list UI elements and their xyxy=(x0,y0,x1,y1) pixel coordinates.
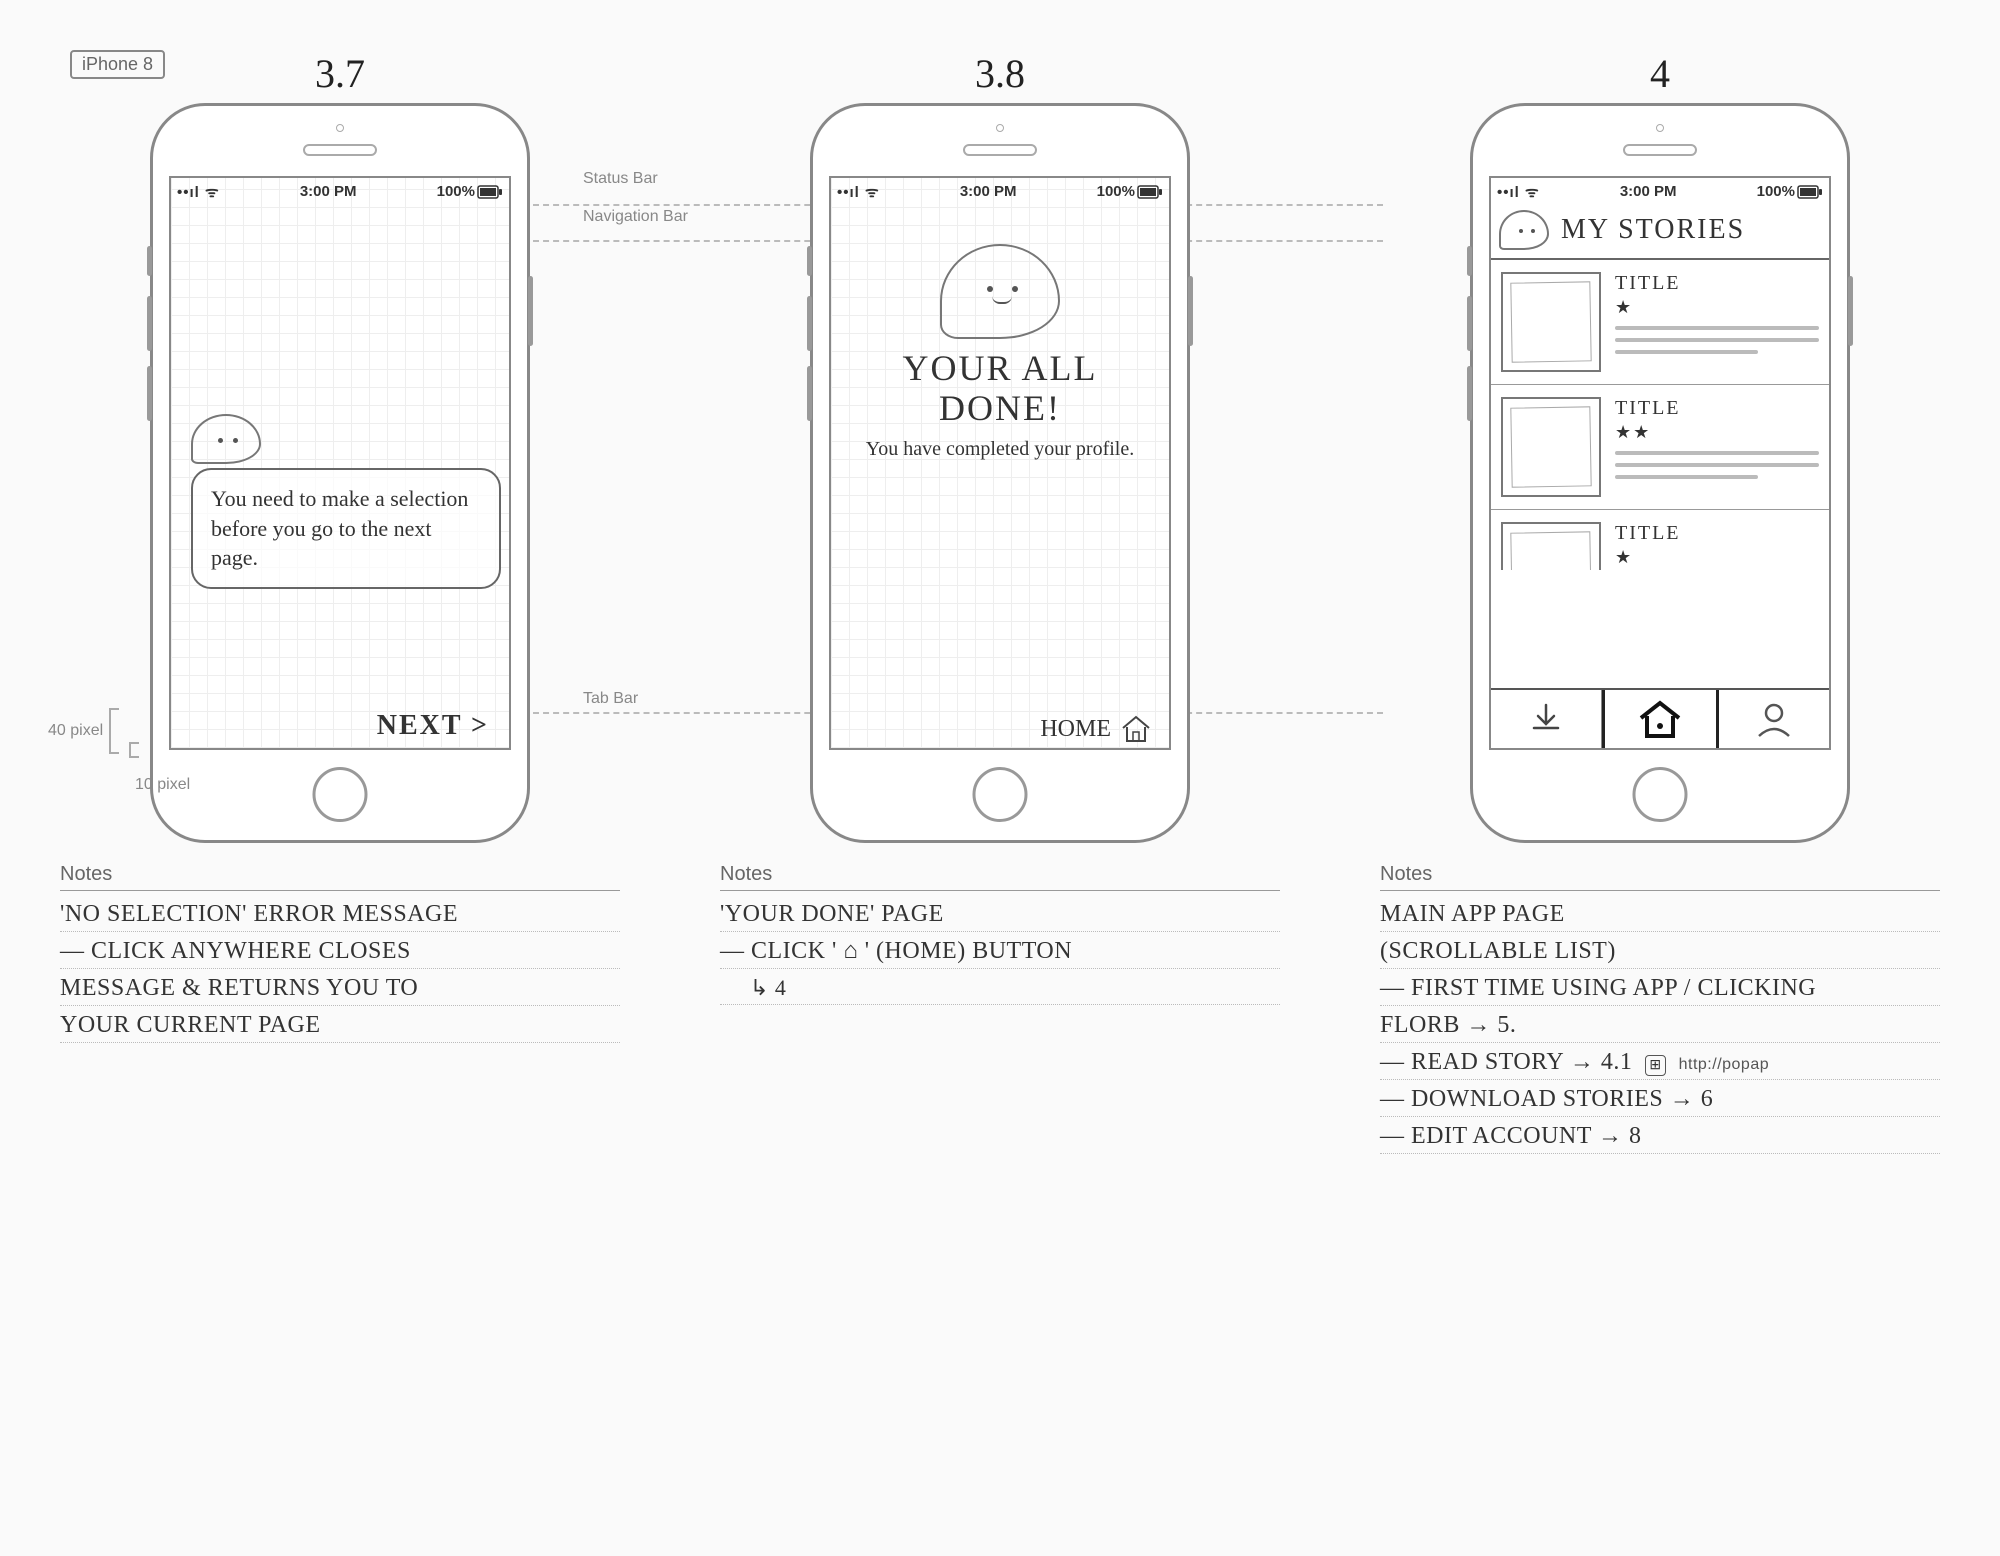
home-nav-button[interactable]: HOME xyxy=(1040,714,1153,744)
story-list-item[interactable]: TITLE ★ xyxy=(1491,260,1829,385)
note-line: — CLICK ' ⌂ ' (HOME) BUTTON xyxy=(720,932,1280,969)
note-line: — READ STORY → 4.1 ⊞ http://popap xyxy=(1380,1043,1940,1080)
profile-icon xyxy=(1754,700,1794,738)
screen-38: ••ıl ᯤ 3:00 PM 100% YOUR ALL DONE! You h… xyxy=(829,176,1171,750)
story-thumbnail xyxy=(1501,522,1601,570)
screen-number: 3.8 xyxy=(975,50,1025,97)
error-message-bubble[interactable]: You need to make a selection before you … xyxy=(191,468,501,589)
battery-icon xyxy=(477,185,503,199)
guide-10px: 10 pixel xyxy=(135,776,190,794)
guide-nav-bar: Navigation Bar xyxy=(583,208,688,226)
note-line: FLORB → 5. xyxy=(1380,1006,1940,1043)
note-line: — DOWNLOAD STORIES → 6 xyxy=(1380,1080,1940,1117)
home-button-hardware[interactable] xyxy=(973,767,1028,822)
guide-status-bar: Status Bar xyxy=(583,170,658,188)
phone-frame: Status Bar Navigation Bar Tab Bar 40 pix… xyxy=(150,103,530,843)
story-rating: ★ xyxy=(1615,547,1819,568)
screen-number: 3.7 xyxy=(315,50,365,97)
screen-4: ••ıl ᯤ 3:00 PM 100% MY STORIES xyxy=(1489,176,1831,750)
screen-37[interactable]: ••ıl ᯤ 3:00 PM 100% You need to make a s… xyxy=(169,176,511,750)
note-line: MAIN APP PAGE xyxy=(1380,895,1940,932)
status-time: 3:00 PM xyxy=(880,183,1097,200)
home-button-hardware[interactable] xyxy=(313,767,368,822)
done-headline: YOUR ALL DONE! xyxy=(839,349,1161,428)
tab-profile[interactable] xyxy=(1719,690,1829,748)
note-line: (SCROLLABLE LIST) xyxy=(1380,932,1940,969)
home-icon xyxy=(1119,714,1153,744)
story-list-item[interactable]: TITLE ★ xyxy=(1491,510,1829,570)
note-line: 'YOUR DONE' PAGE xyxy=(720,895,1280,932)
battery-icon xyxy=(1137,185,1163,199)
tab-bar xyxy=(1491,688,1829,748)
story-thumbnail xyxy=(1501,272,1601,372)
note-line: — FIRST TIME USING APP / CLICKING xyxy=(1380,969,1940,1006)
note-line: — CLICK ANYWHERE CLOSES xyxy=(60,932,620,969)
home-button-hardware[interactable] xyxy=(1633,767,1688,822)
guide-tab-bar: Tab Bar xyxy=(583,690,638,708)
download-icon xyxy=(1528,702,1564,736)
story-rating: ★★ xyxy=(1615,422,1819,443)
note-line: MESSAGE & RETURNS YOU TO xyxy=(60,969,620,1006)
note-line: YOUR CURRENT PAGE xyxy=(60,1006,620,1043)
status-battery: 100% xyxy=(1097,183,1135,200)
story-preview-lines xyxy=(1615,451,1819,479)
note-line: — EDIT ACCOUNT → 8 xyxy=(1380,1117,1940,1154)
status-carrier: ••ıl ᯤ xyxy=(177,182,220,202)
story-list[interactable]: TITLE ★ TITLE ★★ xyxy=(1491,260,1829,688)
florb-character-icon xyxy=(940,244,1060,339)
screen-number: 4 xyxy=(1650,50,1670,97)
florb-avatar-icon[interactable] xyxy=(1499,210,1549,250)
done-subtext: You have completed your profile. xyxy=(839,438,1161,461)
note-line: 'NO SELECTION' ERROR MESSAGE xyxy=(60,895,620,932)
story-thumbnail xyxy=(1501,397,1601,497)
phone-frame: ••ıl ᯤ 3:00 PM 100% MY STORIES xyxy=(1470,103,1850,843)
status-battery: 100% xyxy=(437,183,475,200)
next-button[interactable]: NEXT > xyxy=(377,710,489,742)
battery-icon xyxy=(1797,185,1823,199)
story-preview-lines xyxy=(1615,326,1819,354)
notes-heading: Notes xyxy=(1380,863,1940,891)
page-title: MY STORIES xyxy=(1561,214,1745,246)
story-list-item[interactable]: TITLE ★★ xyxy=(1491,385,1829,510)
status-time: 3:00 PM xyxy=(1540,183,1757,200)
notes-heading: Notes xyxy=(60,863,620,891)
note-url: http://popap xyxy=(1679,1056,1770,1073)
note-line: ↳ 4 xyxy=(720,969,1280,1005)
tab-download[interactable] xyxy=(1491,690,1602,748)
story-title: TITLE xyxy=(1615,272,1819,295)
status-carrier: ••ıl ᯤ xyxy=(1497,182,1540,202)
status-battery: 100% xyxy=(1757,183,1795,200)
home-bold-icon xyxy=(1635,698,1685,740)
status-bar: ••ıl ᯤ 3:00 PM 100% xyxy=(1491,178,1829,206)
status-bar: ••ıl ᯤ 3:00 PM 100% xyxy=(831,178,1169,206)
page-header: MY STORIES xyxy=(1491,206,1829,260)
florb-character-icon xyxy=(191,414,261,464)
phone-frame: ••ıl ᯤ 3:00 PM 100% YOUR ALL DONE! You h… xyxy=(810,103,1190,843)
notes-heading: Notes xyxy=(720,863,1280,891)
guide-40px: 40 pixel xyxy=(48,722,103,740)
status-time: 3:00 PM xyxy=(220,183,437,200)
status-carrier: ••ıl ᯤ xyxy=(837,182,880,202)
story-title: TITLE xyxy=(1615,397,1819,420)
status-bar: ••ıl ᯤ 3:00 PM 100% xyxy=(171,178,509,206)
story-title: TITLE xyxy=(1615,522,1819,545)
tab-home[interactable] xyxy=(1602,690,1718,748)
attachment-icon: ⊞ xyxy=(1645,1055,1665,1076)
story-rating: ★ xyxy=(1615,297,1819,318)
